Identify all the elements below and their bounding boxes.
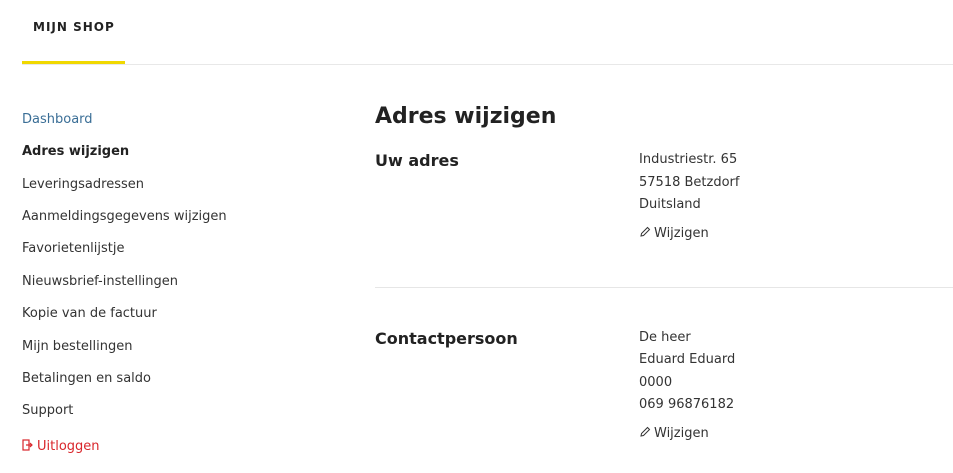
edit-address-label: Wijzigen <box>654 226 709 241</box>
sidebar-item-adres-wijzigen[interactable]: Adres wijzigen <box>22 144 129 159</box>
tab-mijn-shop[interactable]: MIJN SHOP <box>22 0 125 64</box>
logout-label: Uitloggen <box>37 439 100 454</box>
edit-address-link[interactable]: Wijzigen <box>639 226 709 241</box>
sidebar-item-kopie-factuur[interactable]: Kopie van de factuur <box>22 306 157 321</box>
sidebar-item-leveringsadressen[interactable]: Leveringsadressen <box>22 177 144 192</box>
sidebar-item-favorietenlijstje[interactable]: Favorietenlijstje <box>22 241 125 256</box>
sidebar-item-dashboard[interactable]: Dashboard <box>22 112 93 127</box>
sidebar-item-betalingen[interactable]: Betalingen en saldo <box>22 371 151 386</box>
sidebar-item-mijn-bestellingen[interactable]: Mijn bestellingen <box>22 339 133 354</box>
section-divider <box>375 287 953 288</box>
address-street: Industriestr. 65 <box>639 152 738 167</box>
edit-contact-label: Wijzigen <box>654 426 709 441</box>
pencil-icon <box>640 426 651 437</box>
edit-contact-link[interactable]: Wijzigen <box>639 426 709 441</box>
logout-link[interactable]: Uitloggen <box>22 439 100 454</box>
contact-salutation: De heer <box>639 330 691 345</box>
pencil-icon <box>640 226 651 237</box>
tab-label: MIJN SHOP <box>33 20 115 34</box>
page-title: Adres wijzigen <box>375 104 557 129</box>
contact-phone: 069 96876182 <box>639 397 735 412</box>
contact-number: 0000 <box>639 375 673 390</box>
sidebar-item-support[interactable]: Support <box>22 403 73 418</box>
header-divider <box>22 64 953 65</box>
sidebar-item-aanmeldingsgegevens[interactable]: Aanmeldingsgegevens wijzigen <box>22 209 227 224</box>
sidebar-item-nieuwsbrief[interactable]: Nieuwsbrief-instellingen <box>22 274 178 289</box>
logout-icon <box>22 439 33 451</box>
contact-section-title: Contactpersoon <box>375 329 518 348</box>
address-postal-city: 57518 Betzdorf <box>639 175 740 190</box>
contact-name: Eduard Eduard <box>639 352 736 367</box>
address-country: Duitsland <box>639 197 701 212</box>
address-section-title: Uw adres <box>375 151 459 170</box>
